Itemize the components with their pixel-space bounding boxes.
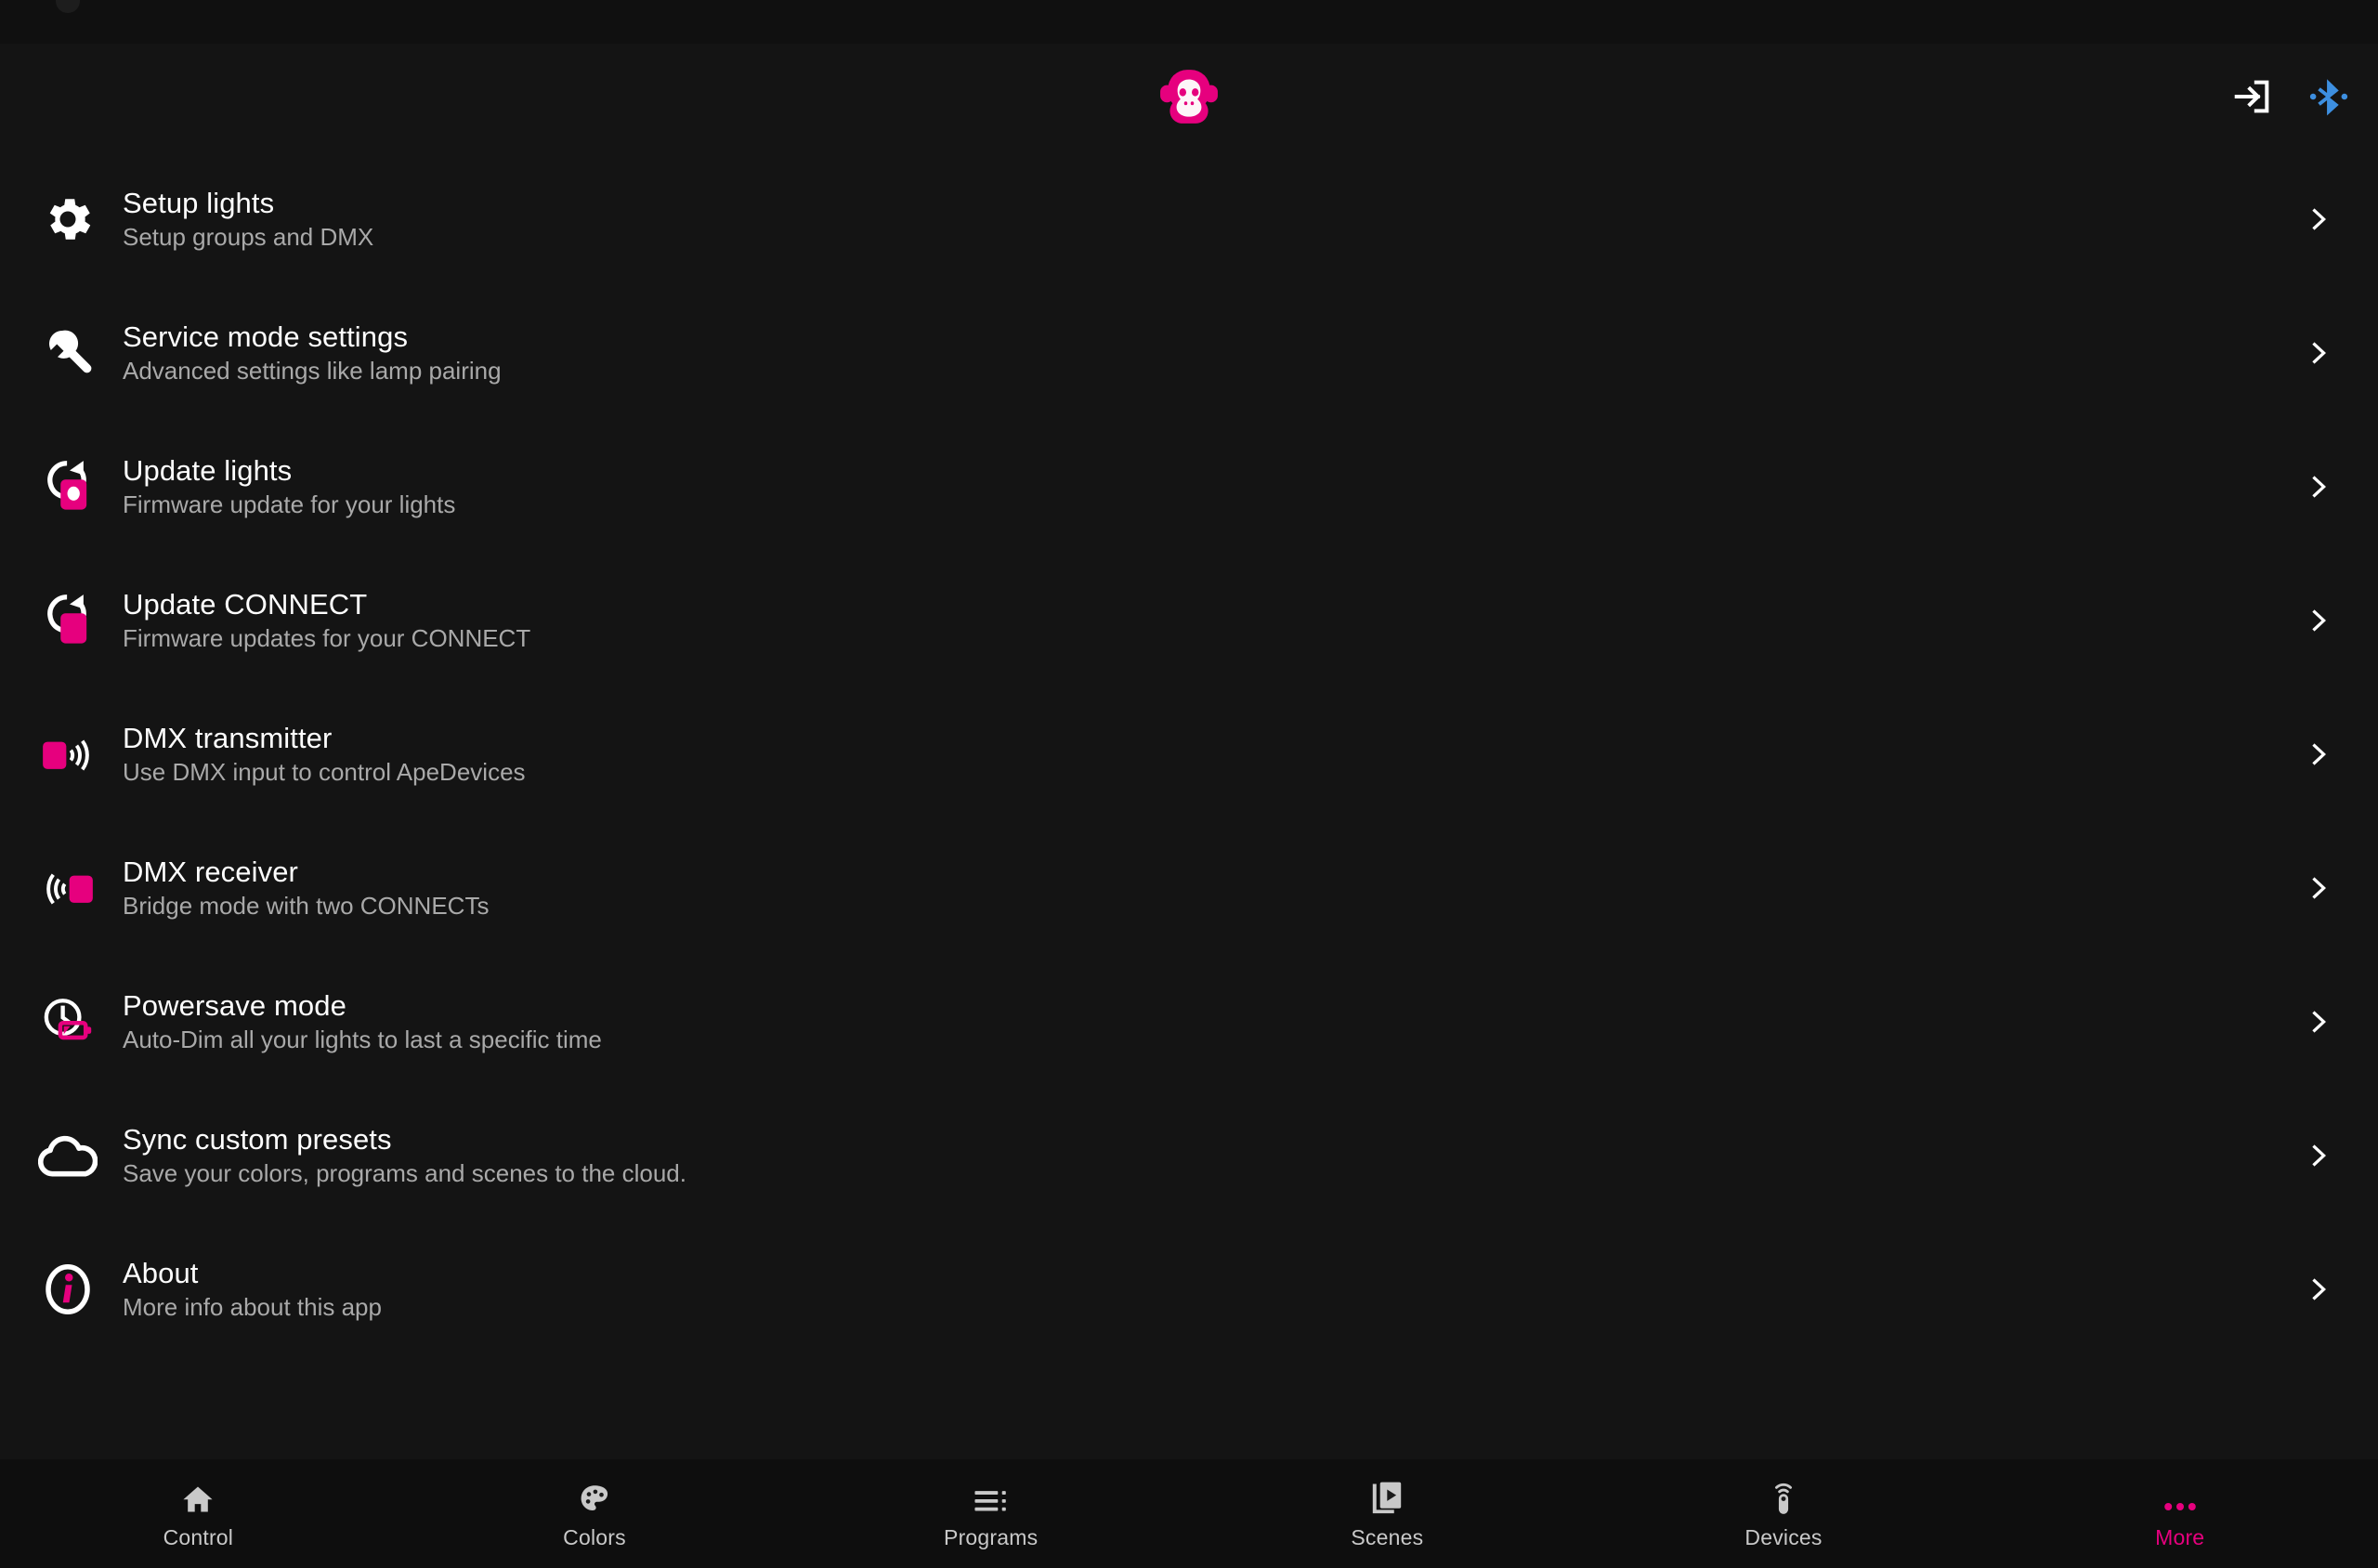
list-item-dmx-transmitter[interactable]: DMX transmitter Use DMX input to control… [0, 687, 2378, 821]
list-item-title: Service mode settings [123, 320, 409, 353]
scenes-icon [1370, 1477, 1404, 1516]
list-item-text: DMX transmitter Use DMX input to control… [111, 721, 2300, 787]
list-item-subtitle: Firmware update for your lights [123, 490, 456, 519]
chevron-right-icon[interactable] [2300, 607, 2337, 634]
ellipsis-icon [2162, 1477, 2199, 1516]
bluetooth-icon[interactable] [2307, 75, 2350, 118]
list-item-text: Update CONNECT Firmware updates for your… [111, 587, 2300, 653]
list-item-title: Setup lights [123, 186, 275, 219]
list-item-subtitle: Setup groups and DMX [123, 223, 374, 252]
list-item-text: Update lights Firmware update for your l… [111, 453, 2300, 519]
tab-colors[interactable]: Colors [397, 1459, 793, 1568]
app-screen: Setup lights Setup groups and DMX Servic… [0, 0, 2378, 1568]
remote-icon [1769, 1477, 1798, 1516]
list-item-subtitle: Use DMX input to control ApeDevices [123, 758, 526, 787]
dmx-receiver-icon [24, 844, 111, 932]
app-header [0, 44, 2378, 149]
chevron-right-icon[interactable] [2300, 874, 2337, 902]
home-icon [181, 1477, 215, 1516]
tab-label: More [2155, 1525, 2205, 1549]
list-item-subtitle: More info about this app [123, 1293, 382, 1322]
bottom-navigation: Control Colors Programs Scenes Devices M… [0, 1459, 2378, 1568]
list-item-subtitle: Save your colors, programs and scenes to… [123, 1159, 686, 1188]
status-bar-glyph [56, 0, 80, 13]
list-item-text: Powersave mode Auto-Dim all your lights … [111, 988, 2300, 1054]
palette-icon [578, 1477, 611, 1516]
list-item-text: DMX receiver Bridge mode with two CONNEC… [111, 856, 2300, 921]
chevron-right-icon[interactable] [2300, 740, 2337, 768]
chevron-right-icon[interactable] [2300, 1275, 2337, 1303]
tab-scenes[interactable]: Scenes [1189, 1459, 1586, 1568]
chevron-right-icon[interactable] [2300, 339, 2337, 367]
list-item-subtitle: Bridge mode with two CONNECTs [123, 892, 490, 921]
list-item-text: Sync custom presets Save your colors, pr… [111, 1122, 2300, 1188]
list-item-setup-lights[interactable]: Setup lights Setup groups and DMX [0, 152, 2378, 286]
info-icon [24, 1246, 111, 1333]
list-item-text: About More info about this app [111, 1256, 2300, 1322]
tab-label: Control [163, 1525, 234, 1549]
list-item-text: Setup lights Setup groups and DMX [111, 186, 2300, 252]
list-item-text: Service mode settings Advanced settings … [111, 320, 2300, 385]
tab-control[interactable]: Control [0, 1459, 397, 1568]
settings-list: Setup lights Setup groups and DMX Servic… [0, 149, 2378, 1459]
wrench-icon [24, 309, 111, 397]
list-item-title: Sync custom presets [123, 1122, 392, 1156]
update-connect-icon [24, 577, 111, 664]
list-item-title: DMX transmitter [123, 721, 333, 754]
list-icon [973, 1477, 1009, 1516]
status-bar [0, 0, 2378, 44]
chevron-right-icon[interactable] [2300, 473, 2337, 501]
list-item-title: Update lights [123, 453, 293, 487]
tab-label: Devices [1744, 1525, 1823, 1549]
header-actions [2231, 75, 2350, 118]
cloud-icon [24, 1112, 111, 1199]
tab-label: Scenes [1351, 1525, 1424, 1549]
list-item-title: About [123, 1256, 199, 1289]
tab-more[interactable]: More [1981, 1459, 2378, 1568]
list-item-sync-custom-presets[interactable]: Sync custom presets Save your colors, pr… [0, 1089, 2378, 1222]
list-item-about[interactable]: About More info about this app [0, 1222, 2378, 1356]
list-item-title: Powersave mode [123, 988, 346, 1022]
list-item-title: DMX receiver [123, 855, 298, 888]
login-icon[interactable] [2231, 75, 2274, 118]
list-item-update-lights[interactable]: Update lights Firmware update for your l… [0, 420, 2378, 554]
dmx-transmitter-icon [24, 711, 111, 798]
chevron-right-icon[interactable] [2300, 1008, 2337, 1036]
ape-labs-logo [1158, 66, 1220, 127]
tab-label: Colors [563, 1525, 626, 1549]
list-item-dmx-receiver[interactable]: DMX receiver Bridge mode with two CONNEC… [0, 821, 2378, 955]
list-item-subtitle: Firmware updates for your CONNECT [123, 624, 531, 653]
list-item-title: Update CONNECT [123, 587, 368, 621]
list-item-powersave-mode[interactable]: Powersave mode Auto-Dim all your lights … [0, 955, 2378, 1089]
tab-devices[interactable]: Devices [1586, 1459, 1982, 1568]
chevron-right-icon[interactable] [2300, 1142, 2337, 1169]
list-item-service-mode-settings[interactable]: Service mode settings Advanced settings … [0, 286, 2378, 420]
tab-label: Programs [944, 1525, 1039, 1549]
powersave-icon [24, 978, 111, 1065]
update-light-icon [24, 443, 111, 530]
gear-icon [24, 176, 111, 263]
chevron-right-icon[interactable] [2300, 205, 2337, 233]
list-item-update-connect[interactable]: Update CONNECT Firmware updates for your… [0, 554, 2378, 687]
tab-programs[interactable]: Programs [792, 1459, 1189, 1568]
list-item-subtitle: Advanced settings like lamp pairing [123, 357, 502, 385]
list-item-subtitle: Auto-Dim all your lights to last a speci… [123, 1026, 602, 1054]
